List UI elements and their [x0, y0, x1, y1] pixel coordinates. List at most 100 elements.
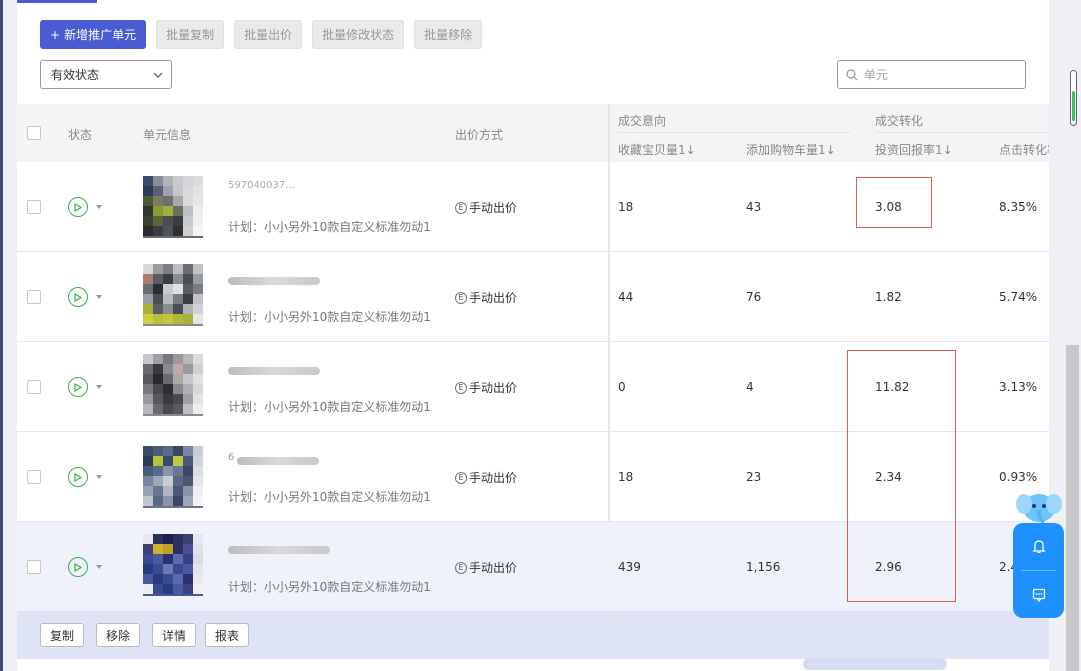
header-unit-info: 单元信息 [143, 128, 192, 142]
main-panel: + 新增推广单元 批量复制 批量出价 批量修改状态 批量移除 有效状态 单元 状… [17, 0, 1049, 671]
row-checkbox[interactable] [27, 470, 41, 484]
caret-down-icon[interactable] [96, 385, 102, 389]
caret-down-icon[interactable] [96, 565, 102, 569]
play-status-icon[interactable] [68, 287, 88, 307]
unit-name-blurred [237, 457, 319, 465]
header-ctr[interactable]: 点击转化率 [999, 141, 1049, 158]
sort-icon: 1↓ [678, 143, 696, 157]
batch-copy-button[interactable]: 批量复制 [156, 20, 225, 49]
fav-count: 0 [618, 380, 626, 394]
chat-icon [1032, 588, 1045, 602]
horizontal-scrollbar[interactable] [803, 658, 947, 670]
unit-name-blurred[interactable] [228, 277, 320, 285]
table-row: 计划：小小另外10款自定义标准勿动1 E 手动出价 44 76 1.82 5.74… [17, 252, 1049, 342]
product-thumbnail [143, 264, 203, 326]
caret-down-icon[interactable] [96, 475, 102, 479]
ctr-value: 8.35% [999, 200, 1038, 214]
batch-bid-button[interactable]: 批量出价 [234, 20, 303, 49]
cart-count: 43 [746, 200, 762, 214]
copy-button[interactable]: 复制 [40, 623, 85, 647]
header-roi-label: 投资回报率 [875, 143, 936, 157]
header-roi[interactable]: 投资回报率1↓ [875, 141, 953, 158]
vertical-scrollbar[interactable] [1066, 345, 1079, 671]
active-tab-indicator [17, 0, 97, 3]
bid-method: E 手动出价 [455, 199, 517, 216]
bid-icon: E [455, 201, 467, 214]
header-status: 状态 [68, 128, 93, 142]
row-checkbox[interactable] [27, 200, 41, 214]
bid-method-label: 手动出价 [469, 381, 518, 395]
unit-name-prefix: 6 [228, 452, 235, 463]
batch-status-button[interactable]: 批量修改状态 [312, 20, 405, 49]
sort-icon: 1↓ [818, 143, 836, 157]
play-status-icon[interactable] [68, 557, 88, 577]
header-cart-label: 添加购物车量 [746, 143, 819, 157]
group-divider [875, 132, 1049, 133]
cart-count: 23 [746, 470, 762, 484]
add-unit-button[interactable]: + 新增推广单元 [40, 20, 147, 49]
bid-icon: E [455, 471, 467, 484]
unit-name[interactable]: 6 [228, 452, 234, 463]
search-input[interactable]: 单元 [837, 60, 1026, 89]
bid-method: E 手动出价 [455, 289, 517, 306]
row-action-bar-extension [610, 611, 1049, 659]
play-status-icon[interactable] [68, 467, 88, 487]
unit-name-blurred[interactable] [228, 367, 320, 375]
caret-down-icon[interactable] [96, 205, 102, 209]
cart-count: 1,156 [746, 560, 781, 574]
select-all-checkbox[interactable] [27, 126, 41, 140]
detail-button[interactable]: 详情 [152, 623, 197, 647]
fav-count: 439 [618, 560, 641, 574]
unit-name[interactable]: 597040037... [228, 180, 295, 191]
window-left-edge [0, 0, 3, 671]
header-fav-count[interactable]: 收藏宝贝量1↓ [618, 141, 696, 158]
play-status-icon[interactable] [68, 377, 88, 397]
caret-down-icon[interactable] [96, 295, 102, 299]
scroll-indicator[interactable] [1070, 70, 1077, 126]
bid-method-label: 手动出价 [469, 471, 518, 485]
ctr-value: 0.93% [999, 470, 1038, 484]
sort-icon: 1↓ [935, 143, 953, 157]
unit-plan: 计划：小小另外10款自定义标准勿动1 [228, 400, 431, 414]
product-thumbnail [143, 534, 203, 596]
bid-method: E 手动出价 [455, 379, 517, 396]
notification-button[interactable] [1013, 523, 1064, 570]
product-thumbnail [143, 176, 203, 238]
group-divider [618, 132, 851, 133]
report-button[interactable]: 报表 [205, 623, 250, 647]
unit-plan: 计划：小小另外10款自定义标准勿动1 [228, 310, 431, 324]
product-thumbnail [143, 354, 203, 416]
elephant-mascot-icon [1016, 494, 1062, 524]
plus-icon: + [50, 27, 61, 42]
bid-method: E 手动出价 [455, 559, 517, 576]
bid-method-label: 手动出价 [469, 561, 518, 575]
bid-method-label: 手动出价 [469, 201, 518, 215]
highlight-box [856, 177, 932, 228]
play-status-icon[interactable] [68, 197, 88, 217]
remove-button[interactable]: 移除 [96, 623, 141, 647]
fav-count: 18 [618, 470, 634, 484]
toolbar: + 新增推广单元 批量复制 批量出价 批量修改状态 批量移除 [40, 20, 483, 49]
message-button[interactable] [1013, 571, 1064, 618]
row-checkbox[interactable] [27, 380, 41, 394]
search-icon [846, 68, 858, 80]
unit-name-blurred[interactable] [228, 546, 330, 554]
ctr-value: 5.74% [999, 290, 1038, 304]
header-cart-count[interactable]: 添加购物车量1↓ [746, 141, 836, 158]
row-checkbox[interactable] [27, 560, 41, 574]
batch-remove-button[interactable]: 批量移除 [414, 20, 483, 49]
search-placeholder: 单元 [864, 68, 889, 82]
product-thumbnail [143, 446, 203, 508]
unit-plan: 计划：小小另外10款自定义标准勿动1 [228, 580, 431, 594]
roi-value: 1.82 [875, 290, 902, 304]
add-unit-label: 新增推广单元 [64, 28, 137, 42]
highlight-box [847, 350, 956, 602]
header-fav-label: 收藏宝贝量 [618, 143, 679, 157]
status-filter-select[interactable]: 有效状态 [40, 60, 172, 89]
bid-icon: E [455, 561, 467, 574]
status-filter-value: 有效状态 [51, 68, 100, 82]
header-group-conversion: 成交转化 [875, 114, 924, 128]
row-checkbox[interactable] [27, 290, 41, 304]
header-bid-method: 出价方式 [455, 128, 504, 142]
bid-icon: E [455, 381, 467, 394]
